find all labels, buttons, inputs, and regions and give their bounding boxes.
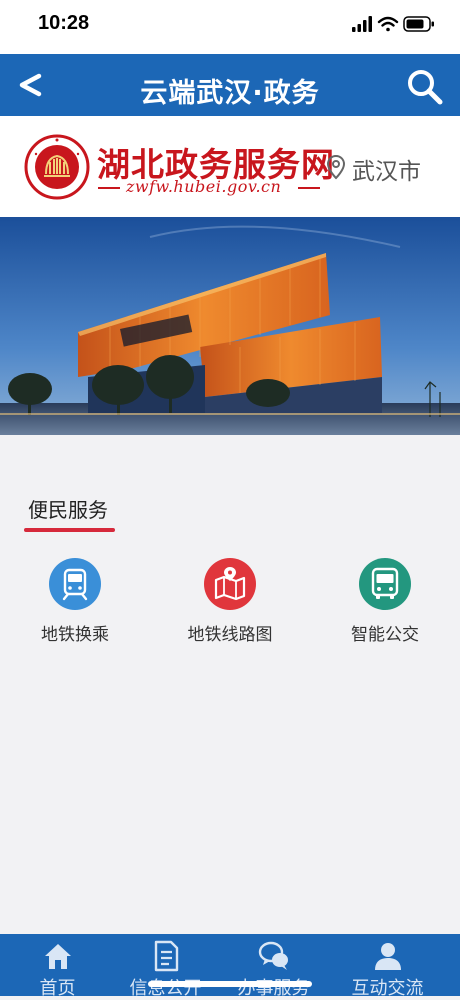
service-smart-bus[interactable]: 智能公交 (320, 558, 450, 648)
search-button[interactable] (406, 68, 444, 106)
home-indicator (148, 981, 312, 987)
city-label: 武汉市 (352, 159, 421, 185)
tab-label: 首页 (39, 978, 76, 999)
search-icon (408, 70, 443, 105)
service-metro-transfer[interactable]: 地铁换乘 (10, 558, 140, 648)
status-time: 10:28 (38, 12, 90, 34)
service-metro-map[interactable]: 地铁线路图 (165, 558, 295, 648)
tab-label: 办事服务 (237, 978, 310, 999)
page-title: 云端武汉·政务 (140, 78, 320, 109)
route-map-icon (204, 558, 256, 610)
brand-url-row: zwfw.hubei.gov.cn (98, 177, 320, 197)
signal-icon (352, 16, 372, 32)
chat-bubbles-icon (258, 941, 288, 970)
service-label: 地铁换乘 (41, 625, 109, 645)
tab-interaction[interactable]: 互动交流 (330, 934, 445, 999)
document-icon (154, 940, 178, 972)
brand-header: 湖北政务服务网 zwfw.hubei.gov.cn 武汉市 (0, 116, 460, 217)
battery-icon (403, 16, 434, 32)
bus-icon (359, 558, 411, 610)
service-label: 地铁线路图 (187, 625, 273, 645)
government-emblem-icon (24, 134, 90, 200)
home-icon (44, 944, 71, 969)
section-underline (24, 528, 115, 532)
metro-train-icon (49, 558, 101, 610)
status-bar: 10:28 (0, 0, 460, 54)
tab-label: 信息公开 (129, 978, 202, 999)
banner-image[interactable] (0, 217, 460, 435)
status-icons (352, 16, 434, 32)
nav-bar: 云端武汉·政务 (0, 54, 460, 116)
tab-home[interactable]: 首页 (0, 934, 115, 999)
person-icon (374, 943, 401, 970)
section-title: 便民服务 (28, 498, 108, 522)
brand-url: zwfw.hubei.gov.cn (126, 177, 282, 196)
tab-label: 互动交流 (351, 978, 424, 999)
service-label: 智能公交 (351, 625, 419, 645)
location-pin-icon (326, 154, 346, 180)
banner-building-illustration (0, 217, 460, 435)
city-selector[interactable]: 武汉市 (326, 150, 434, 185)
wifi-icon (377, 16, 399, 32)
